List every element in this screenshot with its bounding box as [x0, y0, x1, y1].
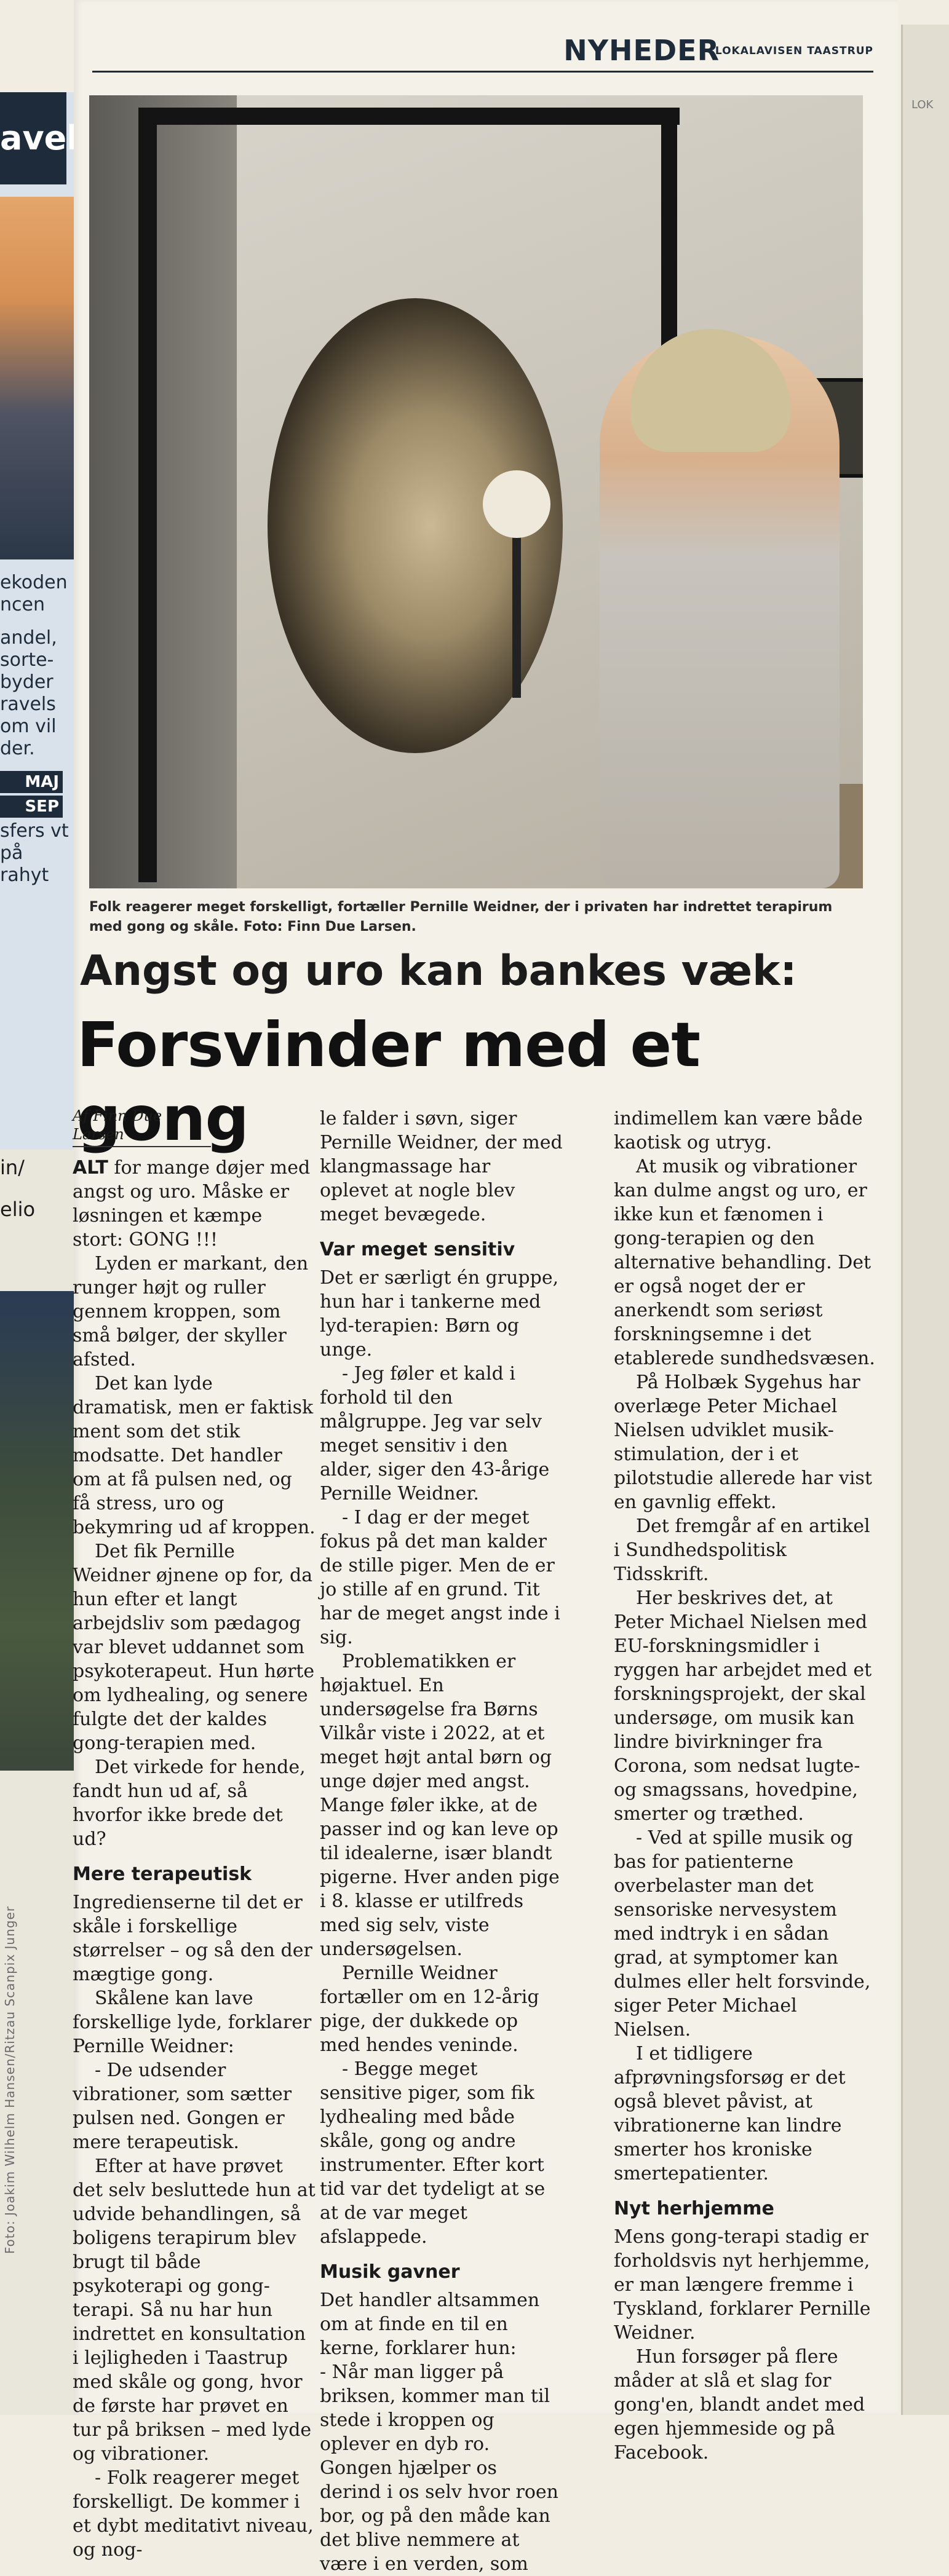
byline: Af Finn Due Larsen [73, 1107, 211, 1147]
paragraph: Hun forsøger på flere måder at slå et sl… [614, 2346, 865, 2463]
paragraph: Efter at have prøvet det selv besluttede… [73, 2155, 316, 2465]
paragraph: - I dag er der meget fokus på det man ka… [320, 1507, 560, 1648]
ad-city-photo [0, 197, 80, 559]
paragraph: Skålene kan lave forskellige lyde, forkl… [73, 1988, 312, 2057]
paragraph: Ingredienserne til det er skåle i forske… [73, 1892, 312, 1985]
photo-caption: Folk reagerer meget forskelligt, fortæll… [89, 899, 833, 934]
paragraph: Det virkede for hende, fandt hun ud af, … [73, 1756, 306, 1850]
paragraph: Det er særligt én gruppe, hun har i tank… [320, 1267, 559, 1361]
paragraph: - De udsender vibrationer, som sætter pu… [73, 2060, 292, 2153]
ad-code-line: ekoden ncen [0, 572, 68, 615]
right-neighbouring-page: LOK [901, 25, 949, 2415]
paragraph: At musik og vibrationer kan dulme angst … [614, 1156, 875, 1369]
page-header: NYHEDER LOKALAVISEN TAASTRUP [92, 34, 873, 77]
paragraph: Lyden er markant, den runger højt og rul… [73, 1253, 309, 1370]
paragraph: - Begge meget sensitive piger, som fik l… [320, 2058, 546, 2248]
ad-text: ekoden ncen andel, sorte- byder ravels om… [0, 572, 77, 898]
header-rule [92, 71, 873, 73]
paragraph: ALT for mange døjer med angst og uro. Må… [73, 1156, 316, 1252]
mallet-head [483, 470, 550, 538]
paragraph: Det fremgår af en artikel i Sundhedspoli… [614, 1515, 870, 1585]
paragraph: - Folk reagerer meget forskelligt. De ko… [73, 2467, 314, 2561]
left-snippet-4: elio [0, 1198, 36, 1221]
photo-wall [89, 95, 237, 888]
article-column-3: indimellem kan være både kaotisk og utry… [614, 1107, 875, 2465]
paragraph: Problematikken er højaktuel. En undersøg… [320, 1651, 560, 1960]
article-column-2: le falder i søvn, siger Pernille Weidner… [320, 1107, 563, 2576]
paragraph: indimellem kan være både kaotisk og utry… [614, 1108, 863, 1153]
paragraph: - Ved at spille musik og bas for patient… [614, 1827, 871, 2041]
lead-word: ALT [73, 1157, 108, 1179]
lead-text: for mange døjer med angst og uro. Måske … [73, 1157, 311, 1250]
subheading: Nyt herhjemme [614, 2198, 774, 2219]
paragraph: - Når man ligger på briksen, kommer man … [320, 2361, 558, 2575]
date-badge-may: MAJ [0, 771, 63, 793]
paragraph: Pernille Weidner fortæller om en 12-årig… [320, 1962, 539, 2056]
article-column-1: Af Finn Due Larsen ALT for mange døjer m… [73, 1107, 316, 2562]
left-snippet-3: in/ [0, 1156, 25, 1179]
paragraph: le falder i søvn, siger Pernille Weidner… [320, 1108, 563, 1225]
mallet-stick [512, 526, 521, 698]
ad-snippet: andel, sorte- byder ravels om vil der. [0, 627, 57, 759]
subheading: Musik gavner [320, 2261, 460, 2283]
left-lower-text: in/ elio [0, 1156, 80, 1239]
section-title: NYHEDER [563, 34, 720, 67]
paragraph: Det fik Pernille Weidner øjnene op for, … [73, 1541, 315, 1754]
paragraph: I et tidligere afprøvningsforsøg er det … [614, 2043, 846, 2184]
right-page-snippet: LOK [911, 98, 934, 111]
date-badge-sep: SEP [0, 796, 63, 818]
paragraph: Det kan lyde dramatisk, men er faktisk m… [73, 1373, 316, 1538]
paragraph: Det handler altsammen om at finde en til… [320, 2290, 540, 2359]
ad-brand: avel [0, 92, 78, 184]
left-landscape-photo [0, 1291, 74, 1771]
subheading: Mere terapeutisk [73, 1863, 252, 1885]
article-kicker: Angst og uro kan bankes væk: [80, 947, 797, 995]
travel-advertisement: avel ekoden ncen andel, sorte- byder rave… [0, 92, 80, 1150]
subheading: Var meget sensitiv [320, 1239, 515, 1260]
left-photo-credit: Foto: Joakim Wilhelm Hansen/Ritzau Scanp… [2, 1906, 17, 2254]
gong-stand-top [138, 108, 680, 125]
ad-snippet-2: sfers vt på rahyt [0, 820, 69, 886]
paragraph: Her beskrives det, at Peter Michael Niel… [614, 1587, 872, 1825]
paragraph: Mens gong-terapi stadig er forholdsvis n… [614, 2226, 871, 2344]
gong-stand-left [138, 108, 157, 882]
paragraph: - Jeg føler et kald i forhold til den må… [320, 1363, 550, 1504]
paragraph: På Holbæk Sygehus har overlæge Peter Mic… [614, 1372, 872, 1513]
newspaper-name: LOKALAVISEN TAASTRUP [715, 45, 873, 57]
article-photo [89, 95, 863, 888]
